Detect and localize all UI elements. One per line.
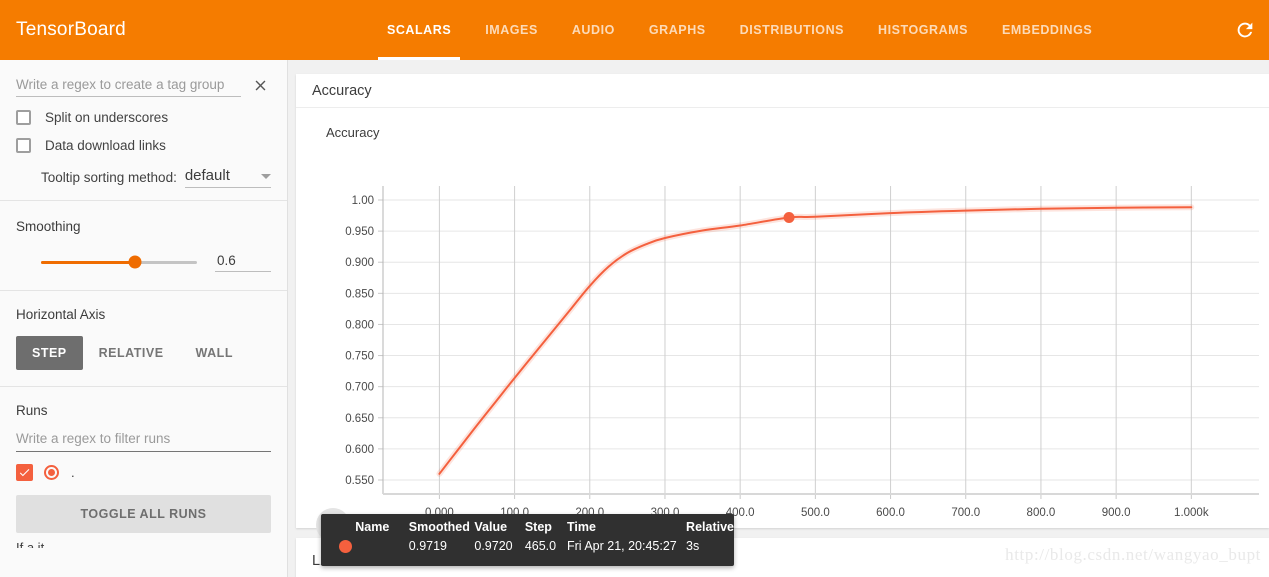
run-checkbox[interactable] xyxy=(16,464,33,481)
tab-distributions-label: DISTRIBUTIONS xyxy=(739,23,845,37)
svg-text:0.550: 0.550 xyxy=(345,475,374,487)
svg-text:800.0: 800.0 xyxy=(1027,507,1056,519)
chart-card-accuracy: Accuracy Accuracy 1.00 0.950 0.900 0.850 0.8… xyxy=(296,74,1269,542)
tab-histograms-label: HISTOGRAMS xyxy=(878,23,969,37)
smoothing-section: Smoothing xyxy=(0,200,287,290)
svg-text:0.850: 0.850 xyxy=(345,288,374,300)
split-on-underscores-checkbox[interactable] xyxy=(16,110,31,125)
sidebar: Split on underscores Data download links… xyxy=(0,60,288,577)
run-list-item[interactable]: . xyxy=(16,464,271,481)
tooltip-col-step: Step xyxy=(524,520,552,534)
tooltip-data-row: 0.9719 0.9720 465.0 Fri Apr 21, 20:45:27… xyxy=(321,539,734,553)
tooltip-sorting-value: default xyxy=(184,167,230,184)
chart-tooltip: Name Smoothed Value Step Time Relative 0… xyxy=(321,514,734,566)
accuracy-line-chart[interactable]: 1.00 0.950 0.900 0.850 0.800 0.750 0.700 0.650 0… xyxy=(296,108,1269,528)
main-content: Accuracy Accuracy 1.00 0.950 0.900 0.850 0.8… xyxy=(288,60,1269,577)
svg-text:0.700: 0.700 xyxy=(345,382,374,394)
tooltip-table: Name Smoothed Value Step Time Relative 0… xyxy=(321,520,734,553)
chevron-down-icon xyxy=(261,174,271,179)
close-icon[interactable] xyxy=(249,74,271,96)
tag-regex-input[interactable] xyxy=(16,75,241,97)
data-download-links-label: Data download links xyxy=(45,138,166,153)
tab-audio[interactable]: AUDIO xyxy=(555,0,632,60)
horizontal-axis-buttons: STEP RELATIVE WALL xyxy=(16,336,271,370)
tooltip-col-smoothed: Smoothed xyxy=(408,520,470,534)
runs-filter-input[interactable] xyxy=(16,428,271,452)
svg-text:0.650: 0.650 xyxy=(345,413,374,425)
run-name-label: . xyxy=(71,465,75,480)
runs-title: Runs xyxy=(16,403,48,418)
tooltip-col-value: Value xyxy=(474,520,508,534)
svg-text:0.950: 0.950 xyxy=(345,226,374,238)
app-title: TensorBoard xyxy=(16,19,126,40)
tab-audio-label: AUDIO xyxy=(571,23,615,37)
chart-card-title: Accuracy xyxy=(296,74,1269,108)
horizontal-axis-title: Horizontal Axis xyxy=(16,307,106,322)
tooltip-relative-value: 3s xyxy=(686,539,700,553)
svg-text:1.000k: 1.000k xyxy=(1174,507,1209,519)
runs-section: Runs . TOGGLE ALL RUNS If a it xyxy=(0,386,287,560)
tab-graphs-label: GRAPHS xyxy=(648,23,706,37)
svg-text:0.800: 0.800 xyxy=(345,319,374,331)
tooltip-value: 0.9720 xyxy=(474,539,513,553)
tooltip-step-value: 465.0 xyxy=(524,539,557,553)
tab-graphs[interactable]: GRAPHS xyxy=(632,0,723,60)
smoothing-slider-row xyxy=(16,252,271,272)
refresh-icon[interactable] xyxy=(1231,16,1259,44)
tooltip-sorting-select[interactable]: default xyxy=(184,167,271,188)
data-download-links-row[interactable]: Data download links xyxy=(16,138,271,153)
smoothing-slider-knob[interactable] xyxy=(128,255,142,269)
tooltip-run-name xyxy=(355,539,409,553)
axis-wall-button[interactable]: WALL xyxy=(180,336,249,370)
runs-footer-text: If a it xyxy=(16,540,45,548)
watermark-text: http://blog.csdn.net/wangyao_bupt xyxy=(1005,545,1261,564)
horizontal-axis-section: Horizontal Axis STEP RELATIVE WALL xyxy=(0,290,287,386)
split-on-underscores-label: Split on underscores xyxy=(45,110,169,125)
tab-images[interactable]: IMAGES xyxy=(468,0,555,60)
tooltip-smoothed-value: 0.9719 xyxy=(408,539,448,553)
tooltip-time-value: Fri Apr 21, 20:45:27 xyxy=(566,539,677,553)
data-download-links-checkbox[interactable] xyxy=(16,138,31,153)
svg-text:700.0: 700.0 xyxy=(951,507,980,519)
tab-histograms[interactable]: HISTOGRAMS xyxy=(861,0,985,60)
main-top-spacer xyxy=(288,60,1269,74)
tag-group-section: Split on underscores Data download links… xyxy=(0,60,287,200)
app-header: TensorBoard SCALARS IMAGES AUDIO GRAPHS … xyxy=(0,0,1269,60)
smoothing-slider[interactable] xyxy=(41,255,197,269)
split-on-underscores-row[interactable]: Split on underscores xyxy=(16,110,271,125)
axis-step-button[interactable]: STEP xyxy=(16,336,83,370)
tooltip-col-relative: Relative xyxy=(686,520,734,534)
tooltip-sorting-label: Tooltip sorting method: xyxy=(41,170,177,185)
main-nav-tabs: SCALARS IMAGES AUDIO GRAPHS DISTRIBUTION… xyxy=(370,0,1109,60)
svg-text:0.750: 0.750 xyxy=(345,351,374,363)
tab-scalars[interactable]: SCALARS xyxy=(370,0,468,60)
svg-text:0.600: 0.600 xyxy=(345,444,374,456)
svg-text:900.0: 900.0 xyxy=(1102,507,1131,519)
smoothing-value-input[interactable] xyxy=(215,252,271,272)
tab-distributions[interactable]: DISTRIBUTIONS xyxy=(723,0,861,60)
tab-images-label: IMAGES xyxy=(485,23,538,37)
tooltip-col-time: Time xyxy=(566,520,596,534)
smoothing-slider-fill xyxy=(41,260,135,264)
tooltip-run-swatch xyxy=(339,539,352,553)
svg-text:600.0: 600.0 xyxy=(876,507,905,519)
svg-text:1.00: 1.00 xyxy=(352,195,374,207)
svg-text:500.0: 500.0 xyxy=(801,507,830,519)
smoothing-title: Smoothing xyxy=(16,219,81,234)
tag-regex-row xyxy=(16,74,271,97)
toggle-all-runs-button[interactable]: TOGGLE ALL RUNS xyxy=(16,495,271,533)
run-color-indicator xyxy=(44,465,59,480)
tab-embeddings[interactable]: EMBEDDINGS xyxy=(985,0,1109,60)
tab-scalars-label: SCALARS xyxy=(386,23,452,37)
chart-body: Accuracy 1.00 0.950 0.900 0.850 0.800 0.750 0.… xyxy=(296,108,1269,542)
svg-text:0.900: 0.900 xyxy=(345,257,374,269)
tooltip-sorting-row: Tooltip sorting method: default xyxy=(16,167,271,188)
axis-relative-button[interactable]: RELATIVE xyxy=(83,336,180,370)
tooltip-col-name: Name xyxy=(355,520,390,534)
tooltip-header-row: Name Smoothed Value Step Time Relative xyxy=(321,520,734,539)
tab-embeddings-label: EMBEDDINGS xyxy=(1002,23,1093,37)
